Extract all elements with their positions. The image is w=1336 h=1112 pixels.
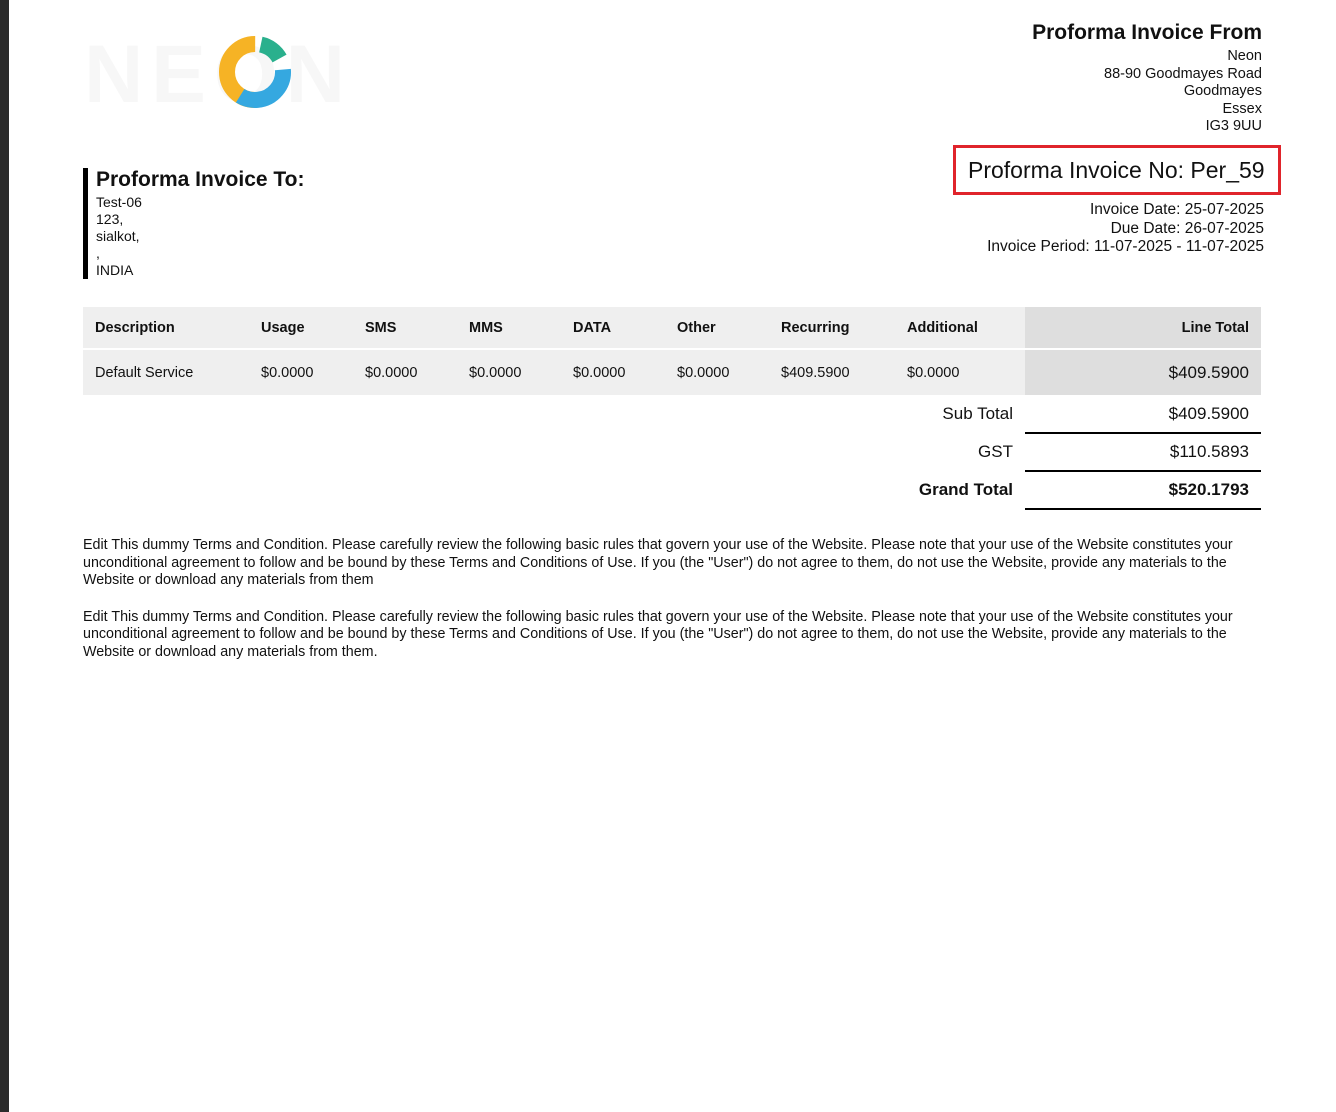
cell-description: Default Service (83, 349, 249, 395)
invoice-period: Invoice Period: 11-07-2025 - 11-07-2025 (987, 238, 1264, 255)
company-logo: NEON (84, 28, 354, 110)
to-address-blank: , (96, 245, 100, 261)
terms-paragraph-2: Edit This dummy Terms and Condition. Ple… (83, 608, 1233, 660)
cell-other: $0.0000 (665, 349, 769, 395)
grand-total-row: Grand Total $520.1793 (83, 472, 1261, 510)
to-country: INDIA (96, 262, 134, 278)
from-company: Neon (1227, 48, 1262, 64)
cell-mms: $0.0000 (457, 349, 561, 395)
cell-usage: $0.0000 (249, 349, 353, 395)
from-postcode: IG3 9UU (1205, 118, 1262, 134)
invoice-to-block: Proforma Invoice To: Test-06 123, sialko… (83, 168, 304, 279)
line-items-table: Description Usage SMS MMS DATA Other Rec… (83, 307, 1261, 395)
col-description: Description (83, 307, 249, 350)
gst-value: $110.5893 (1025, 434, 1261, 472)
invoice-number: Proforma Invoice No: Per_59 (953, 145, 1281, 195)
subtotal-value: $409.5900 (1025, 396, 1261, 434)
terms-paragraph-1: Edit This dummy Terms and Condition. Ple… (83, 537, 1233, 588)
to-title: Proforma Invoice To: (96, 168, 305, 191)
table-header-row: Description Usage SMS MMS DATA Other Rec… (83, 307, 1261, 350)
invoice-date: Invoice Date: 25-07-2025 (1089, 201, 1264, 218)
col-recurring: Recurring (769, 307, 895, 350)
due-date: Due Date: 26-07-2025 (1110, 219, 1264, 237)
logo-wordmark: NEON (84, 29, 353, 110)
terms-and-conditions: Edit This dummy Terms and Condition. Ple… (83, 537, 1265, 680)
col-line-total: Line Total (1025, 307, 1261, 350)
subtotal-label: Sub Total (942, 404, 1013, 423)
cell-line-total: $409.5900 (1025, 349, 1261, 395)
viewer-left-border (0, 0, 9, 1112)
cell-recurring: $409.5900 (769, 349, 895, 395)
from-street: 88-90 Goodmayes Road (1104, 65, 1262, 82)
invoice-from-block: Proforma Invoice From Neon 88-90 Goodmay… (1032, 20, 1262, 136)
cell-additional: $0.0000 (895, 349, 1025, 395)
from-title: Proforma Invoice From (1032, 21, 1262, 44)
gst-row: GST $110.5893 (83, 434, 1261, 472)
grand-total-value: $520.1793 (1025, 472, 1261, 510)
cell-sms: $0.0000 (353, 349, 457, 395)
invoice-page: NEON Proforma Invoice From Neon 88-90 Go… (9, 0, 1336, 1112)
gst-label: GST (978, 442, 1013, 461)
col-other: Other (665, 307, 769, 350)
invoice-dates: Invoice Date: 25-07-2025 Due Date: 26-07… (987, 201, 1264, 257)
to-name: Test-06 (96, 194, 142, 210)
to-address-1: 123, (96, 211, 124, 227)
from-county: Essex (1222, 100, 1263, 117)
col-data: DATA (561, 307, 665, 350)
from-town: Goodmayes (1183, 83, 1262, 99)
donut-chart-logo-icon: NEON (84, 29, 353, 110)
cell-data: $0.0000 (561, 349, 665, 395)
subtotal-row: Sub Total $409.5900 (83, 396, 1261, 434)
grand-total-label: Grand Total (918, 480, 1013, 499)
col-additional: Additional (895, 307, 1025, 350)
col-sms: SMS (353, 307, 457, 350)
table-row: Default Service $0.0000 $0.0000 $0.0000 … (83, 349, 1261, 395)
col-mms: MMS (457, 307, 561, 350)
col-usage: Usage (249, 307, 353, 350)
totals-summary: Sub Total $409.5900 GST $110.5893 Grand … (83, 396, 1261, 510)
to-city: sialkot, (96, 228, 140, 244)
